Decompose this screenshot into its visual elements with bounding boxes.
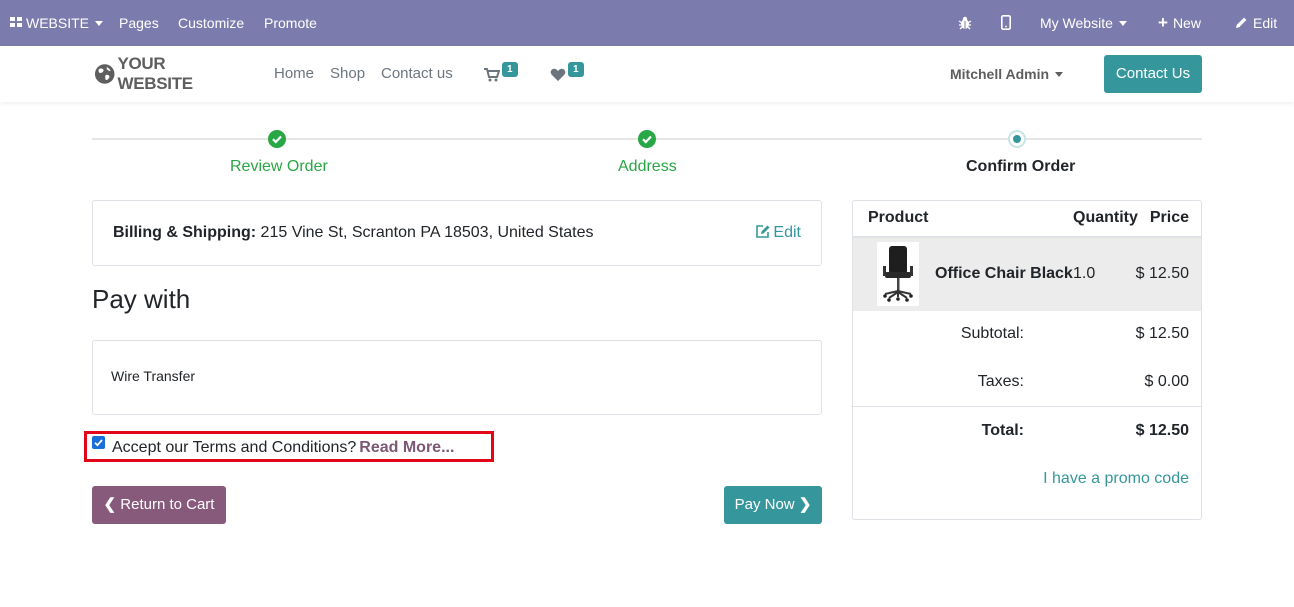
promo-code-link[interactable]: I have a promo code — [1043, 470, 1189, 488]
promote-menu[interactable]: Promote — [264, 0, 317, 46]
edit-label: Edit — [1253, 15, 1278, 31]
cart-link[interactable]: 1 — [484, 62, 520, 86]
globe-icon — [94, 64, 115, 84]
billing-label: Billing & Shipping: — [113, 224, 257, 241]
billing-shipping-card: Billing & Shipping: 215 Vine St, Scranto… — [92, 200, 822, 266]
heart-icon — [550, 68, 566, 81]
debug-bug-icon[interactable] — [958, 0, 972, 46]
edit-button[interactable]: Edit — [1235, 0, 1277, 46]
mobile-preview-icon[interactable] — [1001, 0, 1011, 46]
my-website-label: My Website — [1040, 15, 1113, 31]
website-menu-button[interactable]: WEBSITE — [10, 0, 104, 46]
chevron-down-icon — [1118, 20, 1127, 26]
product-name[interactable]: Office Chair Black — [935, 265, 1073, 283]
order-line: Office Chair Black 1.0 $ 12.50 — [853, 238, 1201, 311]
step-address[interactable]: Address — [618, 158, 677, 176]
step-review-order[interactable]: Review Order — [230, 158, 328, 176]
logo-text: YOUR WEBSITE — [117, 54, 193, 93]
total-label: Total: — [981, 422, 1024, 439]
payment-method-card[interactable]: Wire Transfer — [92, 340, 822, 415]
chevron-down-icon — [95, 20, 104, 26]
new-label: New — [1172, 15, 1201, 31]
website-logo[interactable]: YOUR WEBSITE — [94, 54, 242, 93]
header-price: Price — [1149, 209, 1189, 226]
product-image[interactable] — [877, 242, 919, 306]
billing-address: Billing & Shipping: 215 Vine St, Scranto… — [113, 224, 594, 242]
shopping-cart-icon — [484, 68, 500, 82]
my-website-dropdown[interactable]: My Website — [1040, 0, 1127, 46]
billing-edit-link[interactable]: Edit — [755, 224, 801, 242]
current-step-icon — [1008, 130, 1026, 148]
nav-contact-us[interactable]: Contact us — [381, 65, 453, 82]
header-product: Product — [868, 209, 929, 226]
apps-grid-icon — [10, 17, 23, 28]
order-summary: Product Quantity Price Office Chair Blac… — [852, 200, 1202, 520]
cart-count-badge: 1 — [502, 62, 518, 77]
chevron-down-icon — [1055, 71, 1064, 77]
user-name: Mitchell Admin — [950, 66, 1050, 82]
subtotal-label: Subtotal: — [960, 325, 1024, 342]
plus-icon: + — [1158, 13, 1168, 32]
subtotal-value: $ 12.50 — [1135, 325, 1189, 342]
edit-icon — [756, 224, 770, 238]
website-admin-bar: WEBSITE Pages Customize Promote My Websi… — [0, 0, 1294, 46]
pay-now-button[interactable]: Pay Now ❯ — [724, 486, 822, 524]
terms-read-more-link[interactable]: Read More... — [359, 439, 454, 456]
pages-menu[interactable]: Pages — [119, 0, 159, 46]
taxes-label: Taxes: — [977, 373, 1024, 390]
nav-shop[interactable]: Shop — [330, 65, 365, 82]
pay-now-label: Pay Now — [734, 496, 795, 513]
product-quantity: 1.0 — [1073, 265, 1096, 282]
taxes-value: $ 0.00 — [1144, 373, 1189, 390]
check-circle-icon — [638, 130, 656, 148]
pencil-icon — [1236, 17, 1247, 29]
terms-checkbox[interactable] — [92, 436, 105, 449]
terms-text: Accept our Terms and Conditions? Read Mor… — [112, 439, 454, 457]
website-menu-label: WEBSITE — [26, 15, 90, 31]
payment-method-label: Wire Transfer — [111, 368, 196, 384]
contact-us-button[interactable]: Contact Us — [1104, 55, 1202, 93]
user-menu[interactable]: Mitchell Admin — [950, 66, 1064, 82]
nav-home[interactable]: Home — [274, 65, 314, 82]
pay-with-heading: Pay with — [92, 284, 191, 314]
total-value: $ 12.50 — [1135, 422, 1189, 439]
total-divider — [853, 406, 1201, 407]
billing-address-value: 215 Vine St, Scranton PA 18503, United S… — [260, 224, 594, 241]
wishlist-count-badge: 1 — [568, 62, 584, 77]
return-to-cart-label: Return to Cart — [120, 496, 215, 513]
website-navbar: YOUR WEBSITE Home Shop Contact us 1 1 Mi… — [0, 46, 1294, 102]
new-button[interactable]: + New — [1158, 0, 1201, 46]
billing-edit-label: Edit — [773, 224, 801, 241]
wishlist-link[interactable]: 1 — [550, 62, 586, 86]
return-to-cart-button[interactable]: ❮ Return to Cart — [92, 486, 226, 524]
chevron-right-icon: ❯ — [798, 496, 812, 513]
terms-label: Accept our Terms and Conditions? — [112, 439, 357, 456]
check-circle-icon — [268, 130, 286, 148]
step-confirm-order: Confirm Order — [966, 158, 1076, 175]
header-quantity: Quantity — [1073, 209, 1138, 226]
customize-menu[interactable]: Customize — [178, 0, 244, 46]
chevron-left-icon: ❮ — [103, 496, 117, 513]
product-price: $ 12.50 — [1135, 265, 1189, 282]
